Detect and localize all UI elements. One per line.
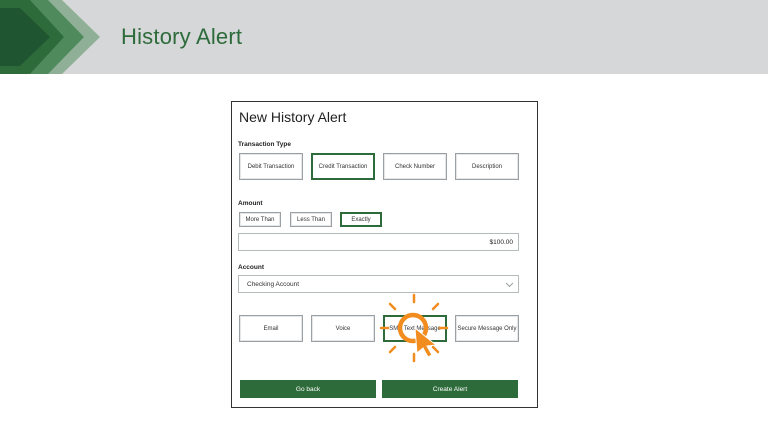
panel-title: New History Alert	[239, 109, 347, 125]
debit-transaction-option[interactable]: Debit Transaction	[239, 153, 303, 180]
exactly-option[interactable]: Exactly	[340, 212, 382, 227]
description-option[interactable]: Description	[455, 153, 519, 180]
create-alert-button[interactable]: Create Alert	[382, 380, 518, 398]
go-back-button[interactable]: Go back	[240, 380, 376, 398]
transaction-type-label: Transaction Type	[238, 141, 291, 148]
page-header: History Alert	[0, 0, 768, 74]
account-label: Account	[238, 264, 264, 271]
chevron-down-icon	[505, 282, 514, 288]
sms-text-message-option[interactable]: SMS Text Message	[383, 315, 447, 342]
new-alert-panel: New History Alert Transaction Type Debit…	[231, 101, 538, 408]
secure-message-only-option[interactable]: Secure Message Only	[455, 315, 519, 342]
chevron-logo-icon	[0, 0, 100, 74]
check-number-option[interactable]: Check Number	[383, 153, 447, 180]
page-title: History Alert	[121, 24, 243, 49]
credit-transaction-option[interactable]: Credit Transaction	[311, 153, 375, 180]
amount-input[interactable]: $100.00	[238, 233, 519, 251]
less-than-option[interactable]: Less Than	[290, 212, 332, 227]
account-select[interactable]: Checking Account	[238, 275, 519, 293]
amount-value: $100.00	[489, 238, 514, 246]
amount-label: Amount	[238, 200, 263, 207]
email-option[interactable]: Email	[239, 315, 303, 342]
voice-option[interactable]: Voice	[311, 315, 375, 342]
more-than-option[interactable]: More Than	[239, 212, 281, 227]
account-value: Checking Account	[247, 280, 300, 288]
